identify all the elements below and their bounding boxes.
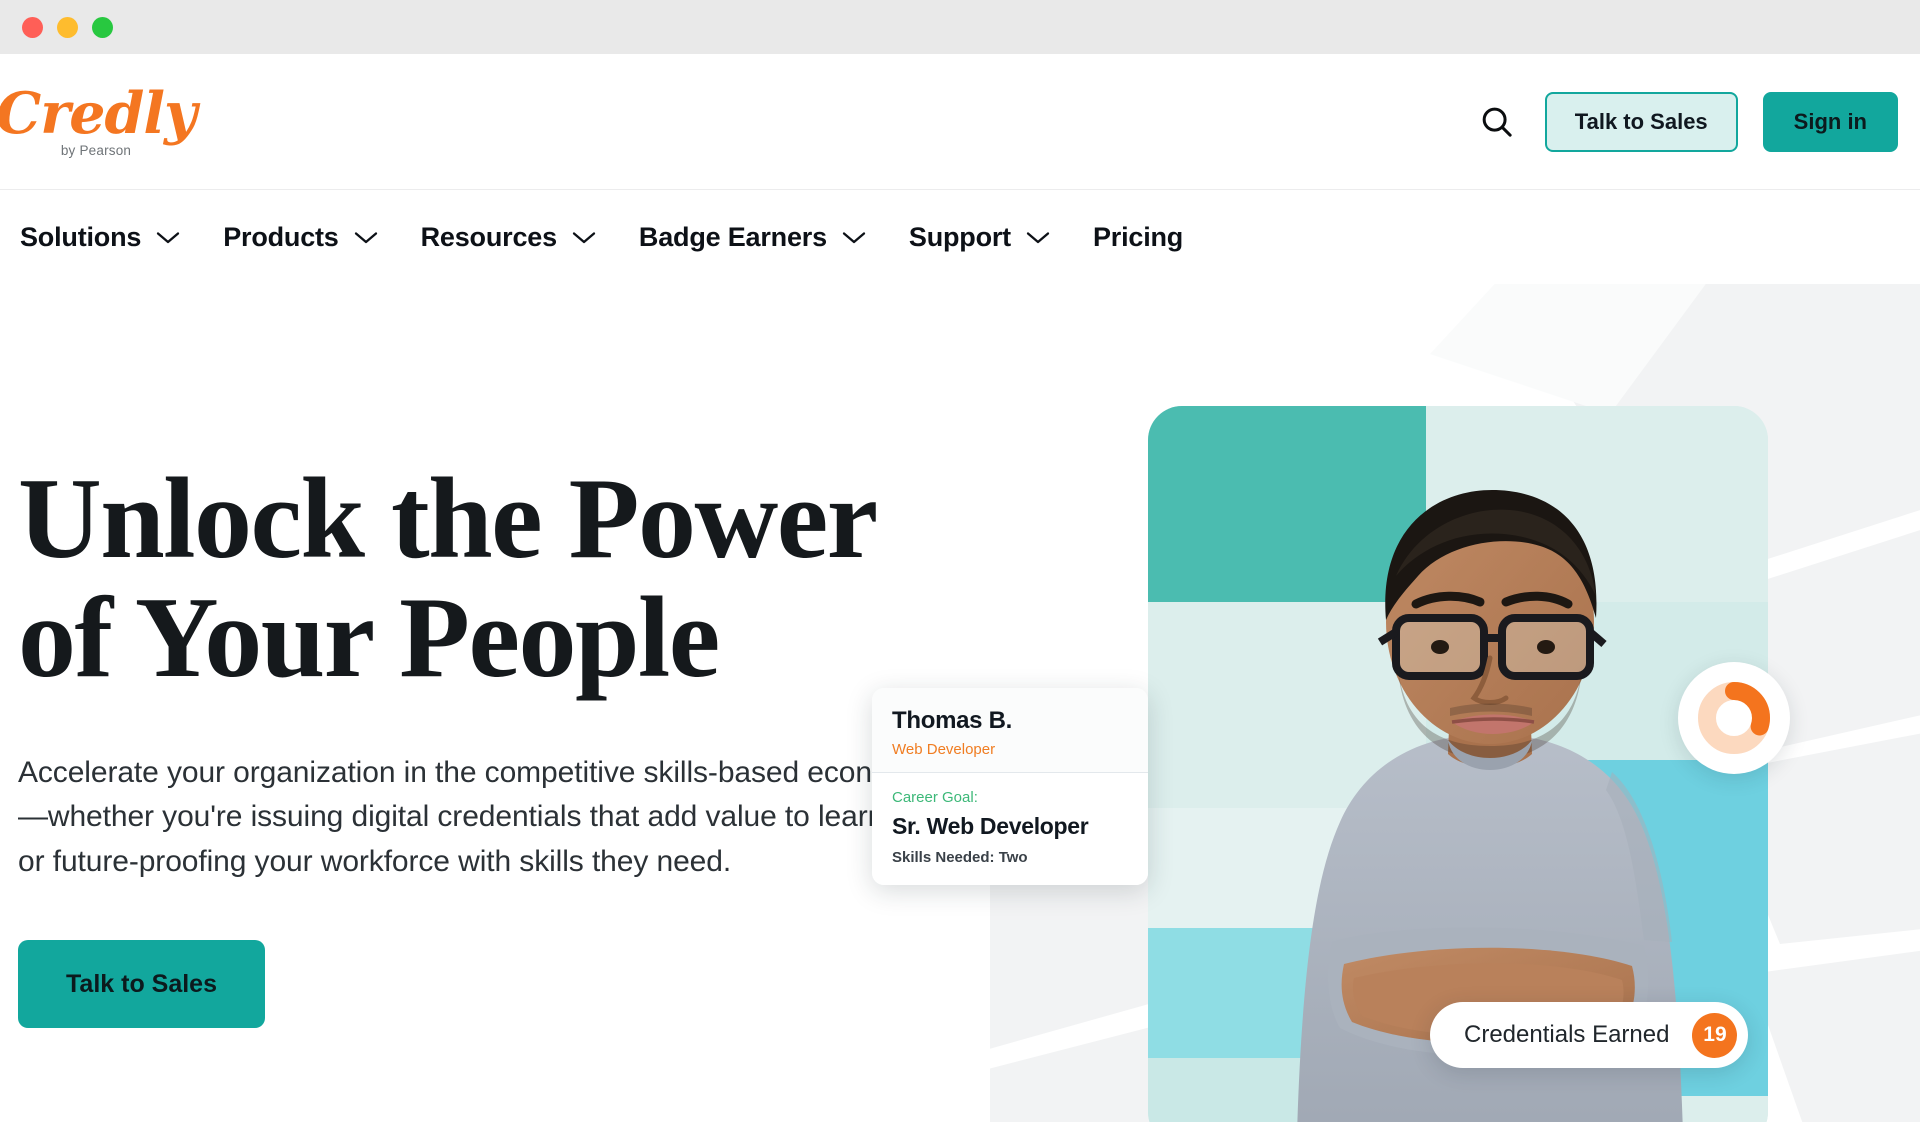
nav-label: Products <box>223 221 339 252</box>
credentials-earned-label: Credentials Earned <box>1464 1021 1670 1048</box>
hero-description: Accelerate your organization in the comp… <box>18 755 933 878</box>
search-icon <box>1482 107 1512 137</box>
credentials-earned-pill: Credentials Earned 19 <box>1430 1002 1749 1068</box>
chevron-down-icon <box>157 231 180 243</box>
hero-copy: Unlock the Power of Your People Accelera… <box>0 284 1010 1122</box>
progress-ring-icon <box>1698 682 1770 754</box>
career-goal-label: Career Goal: <box>892 789 978 806</box>
hero-section: Unlock the Power of Your People Accelera… <box>0 284 1920 1122</box>
profile-card: Thomas B. Web Developer Career Goal: Sr.… <box>872 688 1148 885</box>
nav-label: Solutions <box>20 221 142 252</box>
search-button[interactable] <box>1474 99 1520 145</box>
hero-illustration: Thomas B. Web Developer Career Goal: Sr.… <box>872 284 1920 1122</box>
credly-logo[interactable]: Credly by Pearson <box>0 85 197 158</box>
nav-item-pricing[interactable]: Pricing <box>1093 222 1183 253</box>
nav-label: Pricing <box>1092 221 1184 252</box>
talk-to-sales-cta-button[interactable]: Talk to Sales <box>18 940 265 1029</box>
maximize-window-icon[interactable] <box>92 16 113 38</box>
chevron-down-icon <box>842 231 866 243</box>
nav-label: Badge Earners <box>638 221 827 252</box>
nav-item-badge-earners[interactable]: Badge Earners <box>639 222 867 253</box>
talk-to-sales-header-button[interactable]: Talk to Sales <box>1544 91 1738 152</box>
nav-label: Resources <box>420 221 557 252</box>
profile-card-body: Career Goal: Sr. Web Developer Skills Ne… <box>872 773 1148 885</box>
career-goal-value: Sr. Web Developer <box>892 813 1089 839</box>
window-titlebar <box>0 0 1920 54</box>
profile-card-header: Thomas B. Web Developer <box>872 688 1148 772</box>
credentials-count-badge: 19 <box>1692 1012 1738 1058</box>
minimize-window-icon[interactable] <box>57 16 78 38</box>
nav-item-support[interactable]: Support <box>909 222 1051 253</box>
profile-name: Thomas B. <box>892 707 1012 734</box>
logo-wordmark: Credly <box>0 80 197 147</box>
nav-item-products[interactable]: Products <box>223 222 378 253</box>
nav-item-solutions[interactable]: Solutions <box>20 222 181 253</box>
progress-ring-widget <box>1678 662 1790 774</box>
site-header: Credly by Pearson Talk to Sales Sign in <box>0 54 1920 190</box>
page-title: Unlock the Power of Your People <box>18 455 876 703</box>
profile-role: Web Developer <box>892 741 996 758</box>
sign-in-button[interactable]: Sign in <box>1762 91 1898 152</box>
skills-needed: Skills Needed: Two <box>892 849 1028 866</box>
main-navigation: Solutions Products Resources Badge Earne… <box>0 190 1920 284</box>
chevron-down-icon <box>572 231 596 243</box>
chevron-down-icon <box>354 231 377 243</box>
close-window-icon[interactable] <box>22 16 43 38</box>
nav-label: Support <box>908 221 1011 252</box>
nav-item-resources[interactable]: Resources <box>421 222 597 253</box>
browser-window: Credly by Pearson Talk to Sales Sign in … <box>0 0 1920 1122</box>
page-content: Credly by Pearson Talk to Sales Sign in … <box>0 54 1920 1122</box>
logo-subtitle: by Pearson <box>60 143 132 158</box>
header-actions: Talk to Sales Sign in <box>1474 91 1898 152</box>
chevron-down-icon <box>1026 231 1050 243</box>
traffic-light-buttons <box>22 16 113 38</box>
